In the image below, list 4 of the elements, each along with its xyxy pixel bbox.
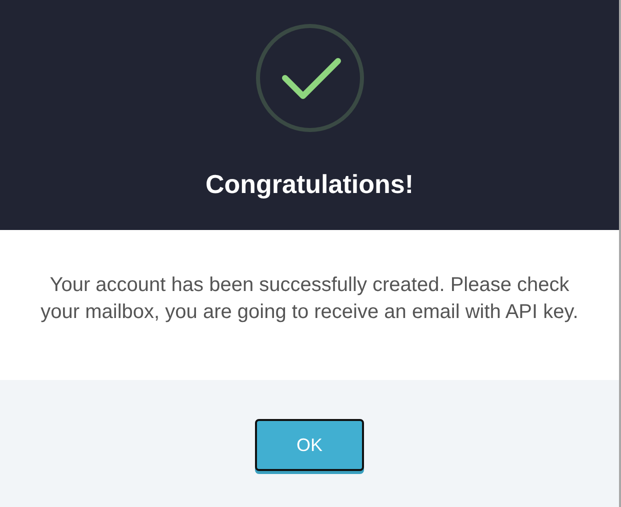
dialog-title: Congratulations! bbox=[206, 169, 414, 200]
message-text: Your account has been successfully created. Please check your mailbox, you are going to receive an email with API key. bbox=[40, 273, 580, 325]
check-circle-icon bbox=[254, 23, 364, 133]
ok-button[interactable]: OK bbox=[255, 419, 364, 471]
